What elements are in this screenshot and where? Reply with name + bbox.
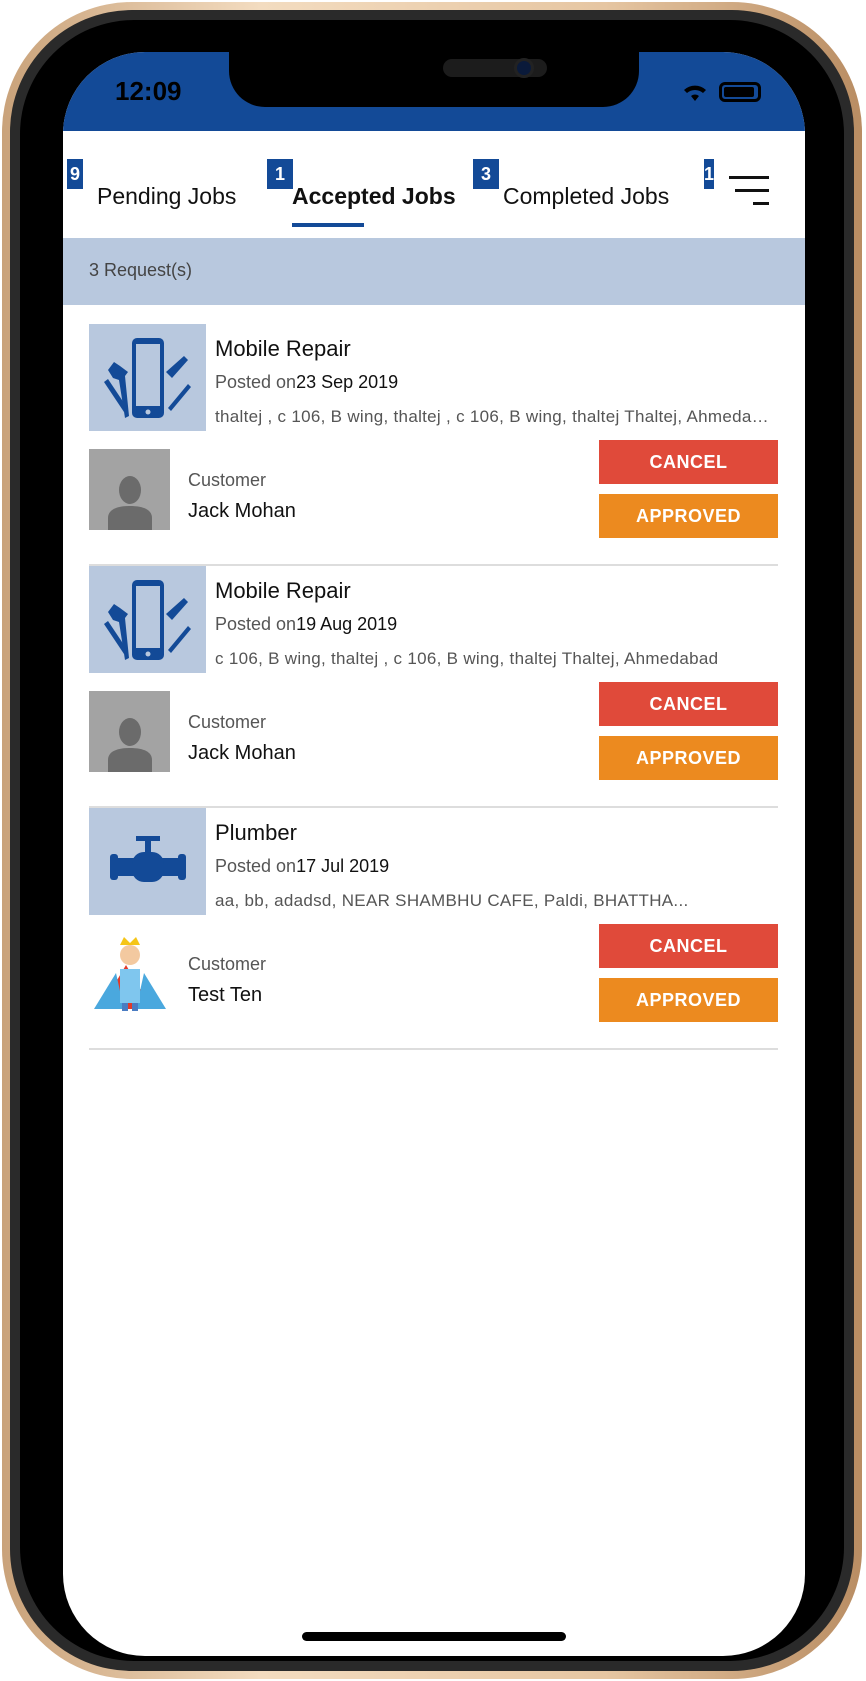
customer-label: Customer <box>188 470 267 490</box>
camera <box>514 58 534 78</box>
request-count: 3 Request(s) <box>89 260 193 280</box>
cancel-button[interactable]: CANCEL <box>599 924 778 968</box>
tab-badge-pending: 9 <box>67 159 83 189</box>
customer-avatar <box>89 691 170 772</box>
customer-label: Customer <box>188 712 267 732</box>
mobile-repair-icon <box>103 337 191 418</box>
screen: 12:09 9 Pending Jobs 1 Accepted Jobs 3 C… <box>63 52 805 1656</box>
mobile-repair-icon <box>103 579 191 660</box>
posted-prefix: Posted on <box>215 372 297 392</box>
tab-badge-completed: 3 <box>473 159 499 189</box>
job-title: Mobile Repair <box>215 336 351 361</box>
customer-name: Jack Mohan <box>188 742 296 764</box>
job-card[interactable]: Mobile Repair Posted on23 Sep 2019 thalt… <box>89 324 778 566</box>
posted-prefix: Posted on <box>215 614 297 634</box>
job-image <box>89 566 206 673</box>
job-card[interactable]: Mobile Repair Posted on19 Aug 2019 c 106… <box>89 566 778 808</box>
pipe-icon <box>109 835 186 882</box>
job-title: Mobile Repair <box>215 578 351 603</box>
job-address: aa, bb, adadsd, NEAR SHAMBHU CAFE, Paldi… <box>215 891 689 910</box>
approved-button[interactable]: APPROVED <box>599 736 778 780</box>
job-image <box>89 324 206 431</box>
tab-completed-jobs[interactable]: Completed Jobs <box>503 183 669 210</box>
customer-avatar <box>89 449 170 530</box>
posted-prefix: Posted on <box>215 856 297 876</box>
customer-name: Test Ten <box>188 984 263 1006</box>
posted-date: 17 Jul 2019 <box>296 856 390 876</box>
home-indicator[interactable] <box>302 1632 566 1641</box>
tab-bar: 9 Pending Jobs 1 Accepted Jobs 3 Complet… <box>63 131 805 238</box>
tab-accepted-jobs[interactable]: Accepted Jobs <box>292 183 456 210</box>
job-posted: Posted on17 Jul 2019 <box>215 856 389 877</box>
tab-badge-accepted: 1 <box>267 159 293 189</box>
tab-badge-next: 1 <box>704 159 714 189</box>
person-placeholder-icon <box>107 718 152 772</box>
job-card[interactable]: Plumber Posted on17 Jul 2019 aa, bb, ada… <box>89 808 778 1050</box>
job-address: thaltej , c 106, B wing, thaltej , c 106… <box>215 407 778 426</box>
approved-button[interactable]: APPROVED <box>599 494 778 538</box>
notch <box>229 52 639 107</box>
job-posted: Posted on19 Aug 2019 <box>215 614 397 635</box>
customer-name: Jack Mohan <box>188 500 296 522</box>
wifi-icon <box>684 85 706 101</box>
menu-icon[interactable] <box>729 176 769 206</box>
active-tab-indicator <box>292 223 364 227</box>
job-posted: Posted on23 Sep 2019 <box>215 372 398 393</box>
approved-button[interactable]: APPROVED <box>599 978 778 1022</box>
status-time: 12:09 <box>115 76 182 106</box>
cancel-button[interactable]: CANCEL <box>599 682 778 726</box>
king-avatar-icon <box>93 937 166 1011</box>
posted-date: 23 Sep 2019 <box>296 372 399 392</box>
job-title: Plumber <box>215 820 297 845</box>
job-address: c 106, B wing, thaltej , c 106, B wing, … <box>215 649 719 668</box>
status-icons <box>681 81 761 103</box>
cancel-button[interactable]: CANCEL <box>599 440 778 484</box>
customer-label: Customer <box>188 954 267 974</box>
posted-date: 19 Aug 2019 <box>296 614 398 634</box>
battery-icon <box>719 82 761 102</box>
person-placeholder-icon <box>107 476 152 530</box>
customer-avatar <box>89 933 170 1014</box>
job-image <box>89 808 206 915</box>
request-count-bar: 3 Request(s) <box>63 238 805 305</box>
tab-pending-jobs[interactable]: Pending Jobs <box>97 183 236 210</box>
